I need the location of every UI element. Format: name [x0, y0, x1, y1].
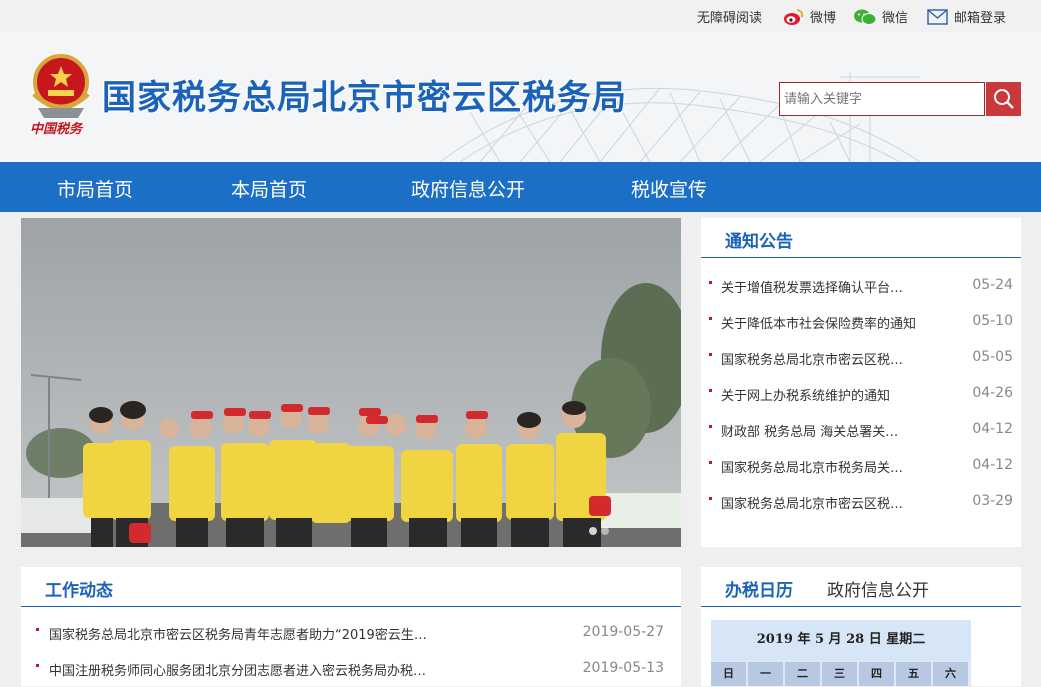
notice-item-date: 05-10 — [972, 313, 1013, 329]
wechat-link[interactable]: 微信 — [853, 7, 908, 26]
bullet-icon — [709, 389, 712, 392]
tax-calendar: 2019 年 5 月 28 日 星期二 日 一 二 三 四 五 六 — [711, 620, 971, 686]
weekday-header: 二 — [785, 662, 820, 686]
weekday-header: 一 — [748, 662, 783, 686]
site-header: 中国税务 国家税务总局北京市密云区税务局 — [0, 32, 1041, 162]
notice-item-title[interactable]: 关于增值税发票选择确认平台… — [721, 277, 903, 296]
search-icon — [993, 89, 1014, 109]
notice-item-date: 04-26 — [972, 385, 1013, 401]
tab-gov-info[interactable]: 政府信息公开 — [827, 576, 929, 601]
notice-panel-title[interactable]: 通知公告 — [725, 227, 793, 252]
work-news-header: 工作动态 — [21, 567, 681, 607]
bullet-icon — [709, 281, 712, 284]
bullet-icon — [709, 353, 712, 356]
mail-login-label: 邮箱登录 — [954, 11, 1007, 26]
notice-item[interactable]: 国家税务总局北京市密云区税… 03-29 — [701, 484, 1021, 520]
news-item-date: 2019-05-13 — [582, 660, 664, 676]
notice-item[interactable]: 国家税务总局北京市税务局关… 04-12 — [701, 448, 1021, 484]
notice-panel: 通知公告 关于增值税发票选择确认平台… 05-24 关于降低本市社会保险费率的通… — [701, 218, 1021, 547]
emblem-caption: 中国税务 — [30, 122, 83, 137]
weekday-header: 五 — [896, 662, 931, 686]
notice-item[interactable]: 财政部 税务总局 海关总署关… 04-12 — [701, 412, 1021, 448]
bullet-icon — [36, 664, 39, 667]
notice-item-date: 04-12 — [972, 457, 1013, 473]
news-carousel[interactable] — [21, 218, 681, 547]
work-news-panel: 工作动态 国家税务总局北京市密云区税务局青年志愿者助力“2019密云生… 201… — [21, 567, 681, 686]
notice-item-title[interactable]: 财政部 税务总局 海关总署关… — [721, 421, 898, 440]
tab-tax-calendar[interactable]: 办税日历 — [725, 576, 793, 601]
top-bar: 无障碍阅读 微博 微信 邮箱登录 — [0, 0, 1041, 32]
volunteer-group-photo — [21, 218, 681, 547]
notice-item[interactable]: 关于网上办税系统维护的通知 04-26 — [701, 376, 1021, 412]
notice-item[interactable]: 国家税务总局北京市密云区税… 05-05 — [701, 340, 1021, 376]
work-news-title[interactable]: 工作动态 — [45, 576, 113, 601]
accessible-reading-label: 无障碍阅读 — [697, 11, 763, 26]
notice-item-date: 05-24 — [972, 277, 1013, 293]
weekday-header: 四 — [859, 662, 894, 686]
weibo-icon — [784, 8, 804, 25]
bullet-icon — [709, 317, 712, 320]
weekday-header: 三 — [822, 662, 857, 686]
news-item-title[interactable]: 中国注册税务师同心服务团北京分团志愿者进入密云税务局办税… — [49, 660, 426, 679]
nav-tax-promo[interactable]: 税收宣传 — [631, 175, 707, 202]
notice-panel-header: 通知公告 — [701, 218, 1021, 258]
weekday-header: 六 — [933, 662, 968, 686]
news-item-date: 2019-05-27 — [582, 624, 664, 640]
notice-item-title[interactable]: 国家税务总局北京市税务局关… — [721, 457, 903, 476]
calendar-date-heading: 2019 年 5 月 28 日 星期二 — [711, 620, 971, 660]
notice-item-title[interactable]: 国家税务总局北京市密云区税… — [721, 349, 903, 368]
nav-gov-info[interactable]: 政府信息公开 — [411, 175, 525, 202]
search-input[interactable] — [779, 82, 985, 116]
weibo-link[interactable]: 微博 — [783, 7, 836, 26]
notice-item-date: 05-05 — [972, 349, 1013, 365]
bullet-icon — [709, 425, 712, 428]
site-title: 国家税务总局北京市密云区税务局 — [102, 78, 627, 118]
nav-city-home[interactable]: 市局首页 — [57, 175, 133, 202]
nav-local-home[interactable]: 本局首页 — [231, 175, 307, 202]
notice-item-date: 04-12 — [972, 421, 1013, 437]
notice-item-title[interactable]: 关于降低本市社会保险费率的通知 — [721, 313, 916, 332]
notice-item-title[interactable]: 关于网上办税系统维护的通知 — [721, 385, 890, 404]
mail-icon — [927, 8, 948, 25]
news-item[interactable]: 中国注册税务师同心服务团北京分团志愿者进入密云税务局办税… 2019-05-13 — [21, 651, 681, 687]
search-button[interactable] — [986, 82, 1021, 116]
bullet-icon — [709, 497, 712, 500]
news-item[interactable]: 国家税务总局北京市密云区税务局青年志愿者助力“2019密云生… 2019-05-… — [21, 615, 681, 651]
bullet-icon — [36, 628, 39, 631]
notice-item[interactable]: 关于降低本市社会保险费率的通知 05-10 — [701, 304, 1021, 340]
weibo-label: 微博 — [810, 11, 837, 26]
mail-login-link[interactable]: 邮箱登录 — [927, 7, 1006, 26]
bullet-icon — [709, 461, 712, 464]
news-item-title[interactable]: 国家税务总局北京市密云区税务局青年志愿者助力“2019密云生… — [49, 624, 427, 643]
weekday-header: 日 — [711, 662, 746, 686]
notice-item-title[interactable]: 国家税务总局北京市密云区税… — [721, 493, 903, 512]
tax-calendar-header: 办税日历 政府信息公开 — [701, 567, 1021, 607]
notice-item[interactable]: 关于增值税发票选择确认平台… 05-24 — [701, 268, 1021, 304]
main-nav: 市局首页 本局首页 政府信息公开 税收宣传 — [0, 162, 1041, 212]
wechat-label: 微信 — [882, 11, 909, 26]
wechat-icon — [854, 9, 877, 25]
notice-item-date: 03-29 — [972, 493, 1013, 509]
accessible-reading-link[interactable]: 无障碍阅读 — [697, 7, 762, 26]
